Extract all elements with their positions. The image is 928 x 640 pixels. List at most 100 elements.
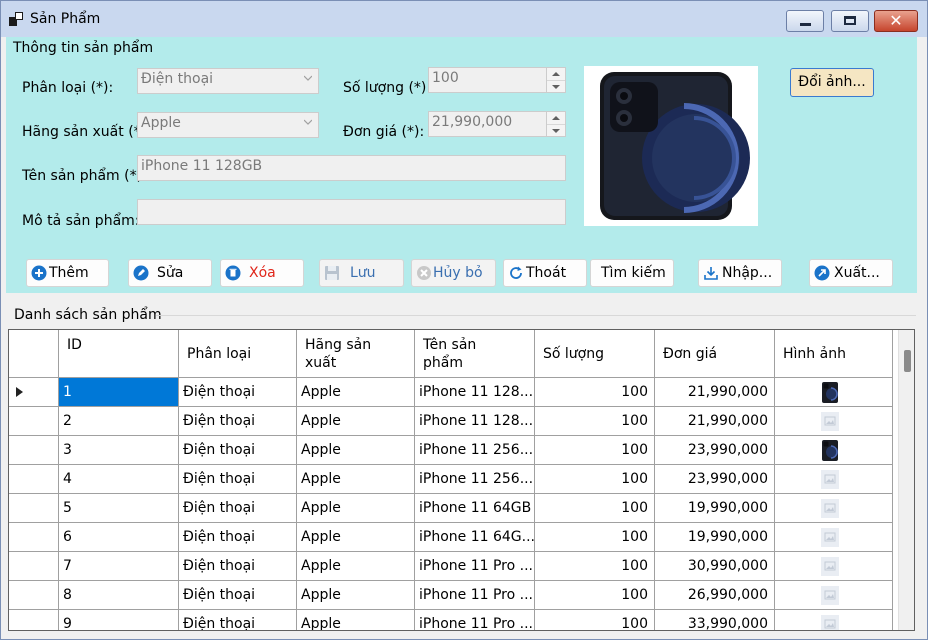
cell-id[interactable]: 5: [59, 494, 179, 523]
cell-price[interactable]: 19,990,000: [655, 494, 775, 523]
maximize-button[interactable]: [831, 10, 869, 32]
cell-category[interactable]: Điện thoại: [179, 523, 297, 552]
column-header-price[interactable]: Đơn giá: [655, 330, 775, 378]
cancel-button[interactable]: Hủy bỏ: [411, 259, 496, 287]
row-header[interactable]: [9, 552, 59, 581]
cell-name[interactable]: iPhone 11 256...: [415, 465, 535, 494]
quantity-spin-buttons[interactable]: [546, 68, 565, 92]
image-cell[interactable]: [775, 465, 893, 494]
cell-name[interactable]: iPhone 11 Pro ...: [415, 610, 535, 630]
column-header-id[interactable]: ID: [59, 330, 179, 378]
image-cell[interactable]: [775, 581, 893, 610]
row-header[interactable]: [9, 378, 59, 407]
cell-brand[interactable]: Apple: [297, 552, 415, 581]
description-field[interactable]: [137, 199, 566, 225]
image-cell[interactable]: [775, 436, 893, 465]
cell-brand[interactable]: Apple: [297, 436, 415, 465]
cell-qty[interactable]: 100: [535, 436, 655, 465]
column-header-name[interactable]: Tên sản phẩm: [415, 330, 535, 378]
cell-price[interactable]: 26,990,000: [655, 581, 775, 610]
cell-name[interactable]: iPhone 11 64GB: [415, 494, 535, 523]
cell-category[interactable]: Điện thoại: [179, 436, 297, 465]
close-button[interactable]: ✕: [874, 10, 918, 32]
cell-id[interactable]: 4: [59, 465, 179, 494]
row-header[interactable]: [9, 436, 59, 465]
spin-down-button[interactable]: [547, 80, 565, 92]
manufacturer-combobox[interactable]: Apple: [137, 112, 319, 138]
cell-category[interactable]: Điện thoại: [179, 610, 297, 630]
cell-qty[interactable]: 100: [535, 581, 655, 610]
row-header[interactable]: [9, 581, 59, 610]
search-button[interactable]: Tìm kiếm: [590, 259, 674, 287]
price-stepper[interactable]: 21,990,000: [428, 111, 566, 137]
cell-category[interactable]: Điện thoại: [179, 581, 297, 610]
cell-qty[interactable]: 100: [535, 378, 655, 407]
column-header-quantity[interactable]: Số lượng: [535, 330, 655, 378]
cell-name[interactable]: iPhone 11 128...: [415, 407, 535, 436]
cell-id[interactable]: 7: [59, 552, 179, 581]
cell-brand[interactable]: Apple: [297, 378, 415, 407]
cell-brand[interactable]: Apple: [297, 494, 415, 523]
image-cell[interactable]: [775, 407, 893, 436]
cell-id[interactable]: 1: [59, 378, 179, 407]
cell-category[interactable]: Điện thoại: [179, 465, 297, 494]
cell-category[interactable]: Điện thoại: [179, 407, 297, 436]
cell-category[interactable]: Điện thoại: [179, 494, 297, 523]
cell-brand[interactable]: Apple: [297, 610, 415, 630]
delete-button[interactable]: Xóa: [220, 259, 304, 287]
category-combobox[interactable]: Điện thoại: [137, 68, 319, 94]
image-cell[interactable]: [775, 494, 893, 523]
row-header[interactable]: [9, 407, 59, 436]
edit-button[interactable]: Sửa: [128, 259, 212, 287]
cell-name[interactable]: iPhone 11 256...: [415, 436, 535, 465]
title-bar[interactable]: Sản Phẩm ✕: [1, 1, 927, 37]
cell-category[interactable]: Điện thoại: [179, 552, 297, 581]
column-header-image[interactable]: Hình ảnh: [775, 330, 893, 378]
product-name-field[interactable]: iPhone 11 128GB: [137, 155, 566, 181]
cell-qty[interactable]: 100: [535, 494, 655, 523]
cell-id[interactable]: 3: [59, 436, 179, 465]
row-header[interactable]: [9, 523, 59, 552]
cell-qty[interactable]: 100: [535, 523, 655, 552]
image-cell[interactable]: [775, 523, 893, 552]
image-cell[interactable]: [775, 378, 893, 407]
cell-price[interactable]: 33,990,000: [655, 610, 775, 630]
image-cell[interactable]: [775, 552, 893, 581]
image-cell[interactable]: [775, 610, 893, 630]
column-header-brand[interactable]: Hãng sản xuất: [297, 330, 415, 378]
cell-name[interactable]: iPhone 11 Pro ...: [415, 581, 535, 610]
row-header[interactable]: [9, 465, 59, 494]
vertical-scrollbar[interactable]: [898, 330, 914, 630]
cell-name[interactable]: iPhone 11 Pro ...: [415, 552, 535, 581]
cell-brand[interactable]: Apple: [297, 523, 415, 552]
cell-qty[interactable]: 100: [535, 610, 655, 630]
cell-qty[interactable]: 100: [535, 465, 655, 494]
row-header[interactable]: [9, 610, 59, 630]
cell-price[interactable]: 21,990,000: [655, 407, 775, 436]
cell-brand[interactable]: Apple: [297, 465, 415, 494]
cell-brand[interactable]: Apple: [297, 407, 415, 436]
cell-price[interactable]: 19,990,000: [655, 523, 775, 552]
scrollbar-thumb[interactable]: [904, 350, 911, 372]
cell-brand[interactable]: Apple: [297, 581, 415, 610]
row-header[interactable]: [9, 494, 59, 523]
cell-id[interactable]: 8: [59, 581, 179, 610]
spin-down-button[interactable]: [547, 124, 565, 136]
column-header-category[interactable]: Phân loại: [179, 330, 297, 378]
minimize-button[interactable]: [786, 10, 824, 32]
spin-up-button[interactable]: [547, 68, 565, 80]
cell-price[interactable]: 23,990,000: [655, 465, 775, 494]
cell-qty[interactable]: 100: [535, 407, 655, 436]
quantity-stepper[interactable]: 100: [428, 67, 566, 93]
import-button[interactable]: Nhập...: [698, 259, 782, 287]
exit-button[interactable]: Thoát: [503, 259, 587, 287]
change-image-button[interactable]: Đổi ảnh...: [790, 68, 874, 97]
cell-price[interactable]: 30,990,000: [655, 552, 775, 581]
save-button[interactable]: Lưu: [319, 259, 404, 287]
cell-category[interactable]: Điện thoại: [179, 378, 297, 407]
cell-price[interactable]: 21,990,000: [655, 378, 775, 407]
price-spin-buttons[interactable]: [546, 112, 565, 136]
cell-id[interactable]: 6: [59, 523, 179, 552]
cell-name[interactable]: iPhone 11 128...: [415, 378, 535, 407]
product-grid[interactable]: ID Phân loại Hãng sản xuất Tên sản phẩm …: [8, 329, 915, 631]
